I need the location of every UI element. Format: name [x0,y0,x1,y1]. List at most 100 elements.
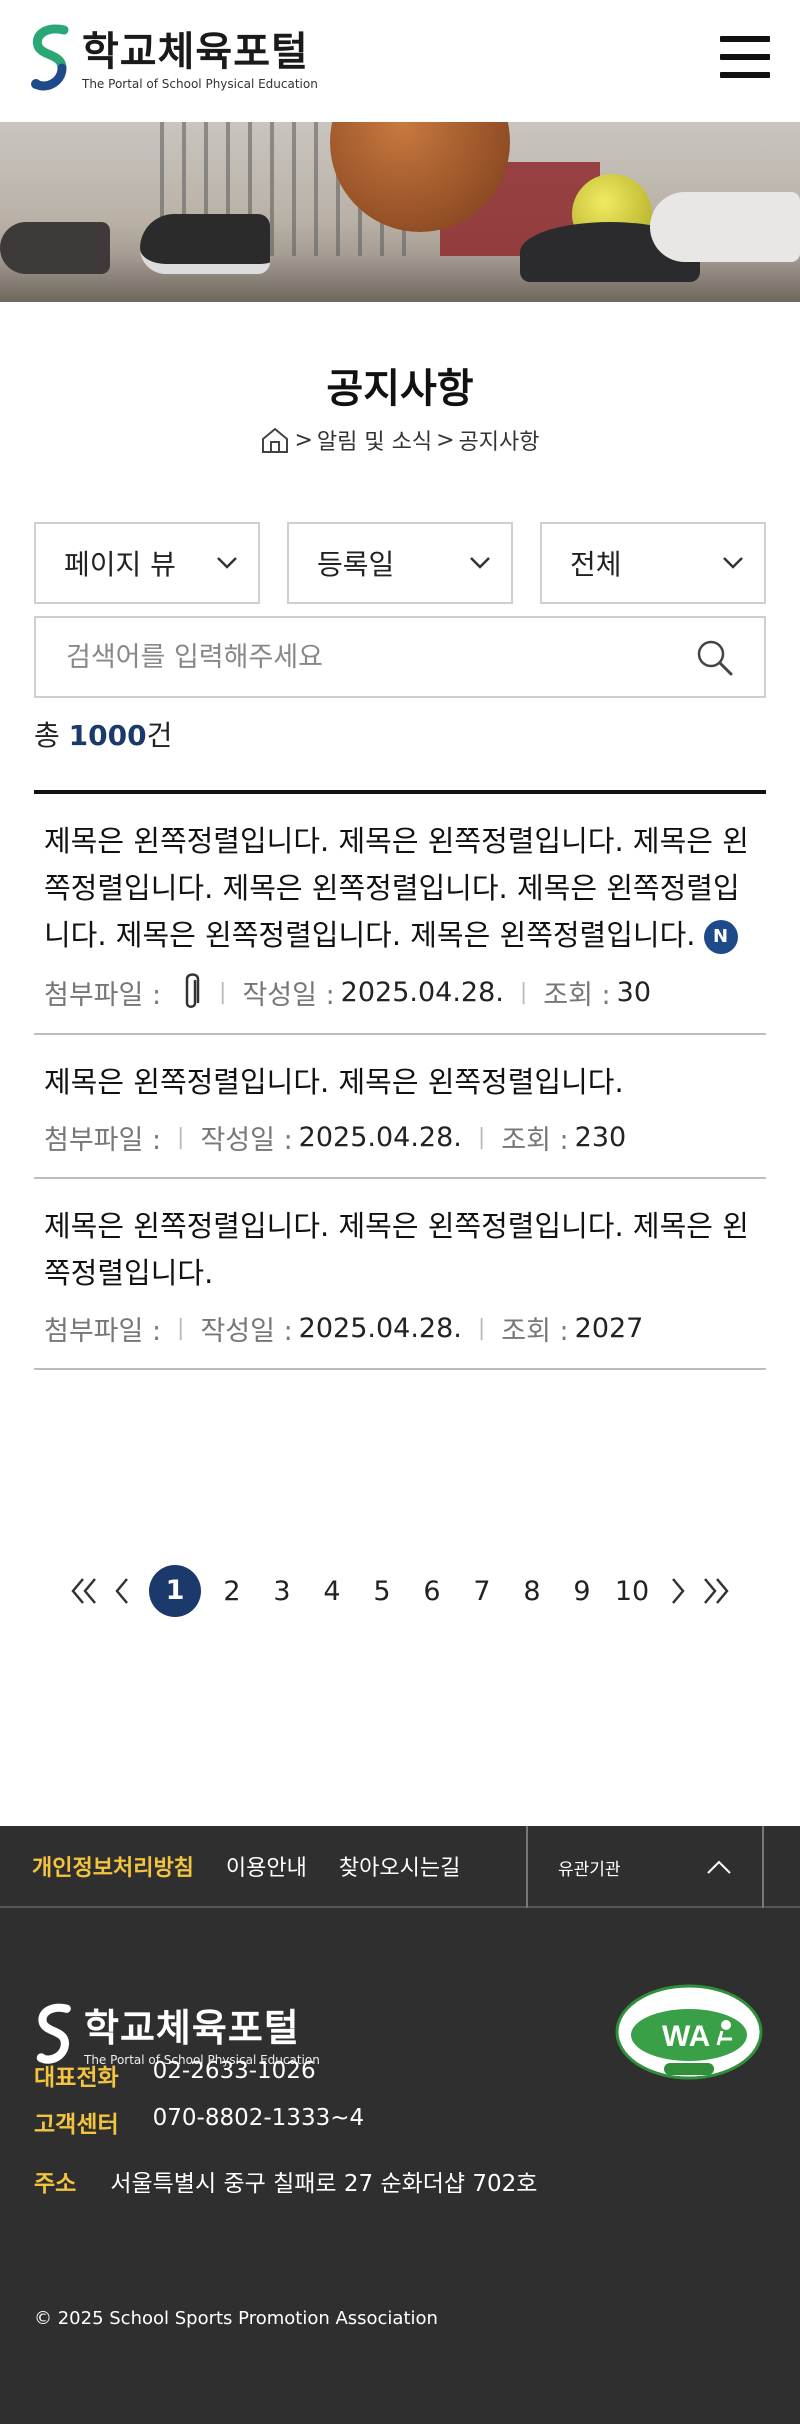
prev-page-icon[interactable] [105,1573,141,1609]
item-views: 30 [616,976,651,1008]
item-meta: 첨부파일 : | 작성일 : 2025.04.28. | 조회 : 30 [44,971,756,1013]
item-title: 제목은 왼쪽정렬입니다. 제목은 왼쪽정렬입니다. 제목은 왼쪽정렬입니다. 제… [44,818,756,959]
total-suffix: 건 [146,719,173,752]
page-button[interactable]: 8 [507,1576,557,1607]
logo-title: 학교체육포털 [82,29,309,75]
category-select-value: 전체 [570,548,622,581]
filter-bar: 페이지 뷰 등록일 전체 [34,522,766,604]
hero-banner-image [0,122,800,302]
directions-link[interactable]: 찾아오시는길 [339,1850,460,1882]
chevron-down-icon [723,557,743,569]
footer-links-bar: 개인정보처리방침 이용안내 찾아오시는길 유관기관 [0,1826,800,1908]
page-button[interactable]: 2 [207,1576,257,1607]
item-meta: 첨부파일 : | 작성일 : 2025.04.28. | 조회 : 230 [44,1118,756,1157]
item-title: 제목은 왼쪽정렬입니다. 제목은 왼쪽정렬입니다. 제목은 왼쪽정렬입니다. [44,1203,756,1297]
views-label: 조회 : [543,979,611,1011]
page-button[interactable]: 3 [257,1576,307,1607]
paperclip-icon[interactable] [179,971,203,1013]
item-title-text: 제목은 왼쪽정렬입니다. 제목은 왼쪽정렬입니다. 제목은 왼쪽정렬입니다. 제… [44,824,749,952]
list-item[interactable]: 제목은 왼쪽정렬입니다. 제목은 왼쪽정렬입니다. 제목은 왼쪽정렬입니다. 제… [34,794,766,1035]
page-button[interactable]: 9 [557,1576,607,1607]
item-title-text: 제목은 왼쪽정렬입니다. 제목은 왼쪽정렬입니다. 제목은 왼쪽정렬입니다. [44,1209,749,1290]
logo-text: 학교체육포털 The Portal of School Physical Edu… [82,29,318,91]
meta-divider: | [477,1316,486,1341]
item-title-text: 제목은 왼쪽정렬입니다. 제목은 왼쪽정렬입니다. [44,1065,624,1099]
date-label: 작성일 : [200,1125,293,1156]
privacy-policy-link[interactable]: 개인정보처리방침 [32,1850,194,1882]
site-logo[interactable]: 학교체육포털 The Portal of School Physical Edu… [28,24,318,96]
last-page-icon[interactable] [699,1573,735,1609]
chevron-up-icon [707,1860,731,1874]
list-item[interactable]: 제목은 왼쪽정렬입니다. 제목은 왼쪽정렬입니다. 제목은 왼쪽정렬입니다. 첨… [34,1179,766,1370]
phone-label: 대표전화 [34,2065,119,2091]
view-select[interactable]: 페이지 뷰 [34,522,260,604]
item-views: 230 [574,1122,627,1153]
footer-address-row: 주소 서울특별시 중구 칠패로 27 순화더샵 702호 [34,2164,537,2198]
phone-number: 02-2633-1026 [152,2058,316,2084]
copyright: © 2025 School Sports Promotion Associati… [34,2308,438,2329]
breadcrumb: > 알림 및 소식 > 공지사항 [0,424,800,456]
total-prefix: 총 [34,719,60,752]
search-input[interactable] [66,641,694,673]
page-button[interactable]: 5 [357,1576,407,1607]
date-label: 작성일 : [200,1316,293,1347]
breadcrumb-item-notice[interactable]: 공지사항 [459,424,540,456]
page-title: 공지사항 [326,366,474,412]
total-count: 총 1000건 [34,714,172,754]
svg-text:WA: WA [662,2020,710,2053]
item-date: 2025.04.28. [298,1122,462,1153]
site-header: 학교체육포털 The Portal of School Physical Edu… [0,0,800,122]
center-label: 고객센터 [34,2112,119,2138]
address-text: 서울특별시 중구 칠패로 27 순화더샵 702호 [110,2171,538,2197]
total-number: 1000 [68,719,147,752]
item-views: 2027 [574,1313,644,1344]
notice-list: 제목은 왼쪽정렬입니다. 제목은 왼쪽정렬입니다. 제목은 왼쪽정렬입니다. 제… [34,790,766,1370]
logo-mark-icon [31,24,69,91]
hamburger-menu-icon[interactable] [720,36,770,80]
search-icon[interactable] [694,637,734,677]
breadcrumb-separator: > [436,427,455,453]
first-page-icon[interactable] [65,1573,101,1609]
center-number: 070-8802-1333~4 [152,2105,365,2131]
sort-select-value: 등록일 [317,548,395,581]
site-footer: 학교체육포털 The Portal of School Physical Edu… [0,1908,800,2424]
attach-label: 첨부파일 : [44,1316,162,1347]
logo-subtitle: The Portal of School Physical Education [82,77,318,91]
usage-guide-link[interactable]: 이용안내 [226,1850,307,1882]
views-label: 조회 : [501,1316,569,1347]
meta-divider: | [177,1125,185,1150]
sort-select[interactable]: 등록일 [287,522,513,604]
page-button[interactable]: 4 [307,1576,357,1607]
chevron-down-icon [217,557,237,569]
footer-logo-title: 학교체육포털 [84,2006,300,2050]
chevron-down-icon [470,557,490,569]
meta-divider: | [177,1316,185,1341]
pagination: 1 2 3 4 5 6 7 8 9 10 [0,1564,800,1618]
item-date: 2025.04.28. [340,976,504,1008]
item-date: 2025.04.28. [298,1313,462,1344]
footer-phone-row: 대표전화 02-2633-1026 [34,2058,316,2092]
related-sites-toggle[interactable]: 유관기관 [526,1826,764,1908]
attach-label: 첨부파일 : [44,979,162,1011]
meta-divider: | [519,979,528,1005]
related-sites-label: 유관기관 [558,1859,621,1880]
page-button[interactable]: 7 [457,1576,507,1607]
home-icon[interactable] [260,425,290,455]
next-page-icon[interactable] [659,1573,695,1609]
breadcrumb-separator: > [294,427,313,453]
wa-accessibility-mark-icon: WA [615,1984,763,2080]
address-label: 주소 [34,2171,77,2197]
page-button[interactable]: 6 [407,1576,457,1607]
page-button[interactable]: 10 [607,1576,657,1607]
view-select-value: 페이지 뷰 [64,548,176,581]
item-meta: 첨부파일 : | 작성일 : 2025.04.28. | 조회 : 2027 [44,1309,756,1348]
views-label: 조회 : [501,1125,569,1156]
date-label: 작성일 : [242,979,335,1011]
category-select[interactable]: 전체 [540,522,766,604]
meta-divider: | [219,979,227,1005]
search-box [34,616,766,698]
breadcrumb-item-notice-news[interactable]: 알림 및 소식 [317,424,432,456]
list-item[interactable]: 제목은 왼쪽정렬입니다. 제목은 왼쪽정렬입니다. 첨부파일 : | 작성일 :… [34,1035,766,1179]
meta-divider: | [477,1125,486,1150]
page-button[interactable]: 1 [149,1565,201,1617]
